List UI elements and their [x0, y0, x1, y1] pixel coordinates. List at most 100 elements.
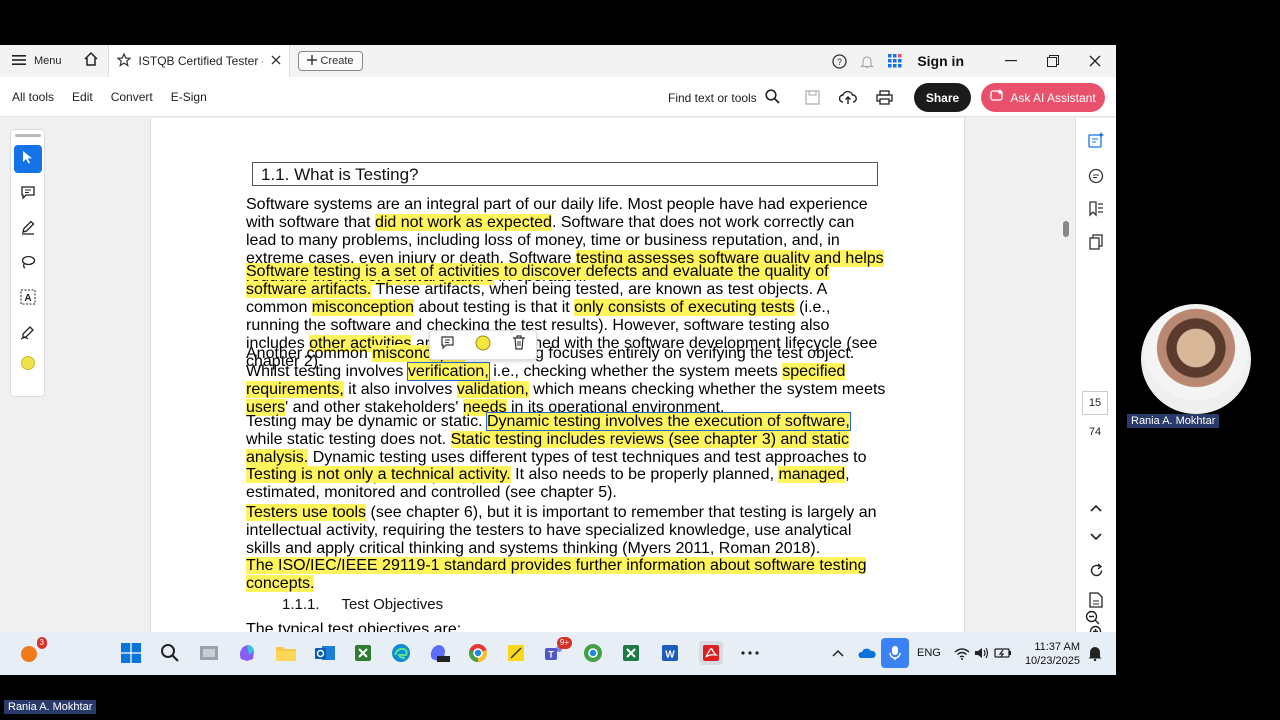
ai-assistant-button[interactable]: Ask AI Assistant [981, 83, 1105, 112]
find-text-or-tools[interactable]: Find text or tools [668, 89, 780, 107]
bookmarks-icon[interactable] [1086, 199, 1106, 219]
start-icon[interactable] [119, 641, 143, 665]
draw-tool[interactable] [14, 250, 42, 278]
page-fit-icon[interactable] [1086, 590, 1106, 610]
sign-tool[interactable] [14, 320, 42, 348]
system-clock[interactable]: 11:37 AM 10/23/2025 [1022, 640, 1080, 668]
teams-icon[interactable]: T 9+ [542, 637, 572, 665]
zoom-out-icon[interactable] [1085, 610, 1100, 630]
refresh-icon[interactable] [1086, 560, 1106, 580]
find-label: Find text or tools [668, 91, 757, 105]
color-swatch[interactable] [20, 356, 35, 370]
battery-icon[interactable] [991, 641, 1015, 665]
pages-icon[interactable] [1086, 232, 1106, 252]
highlighted-text[interactable]: managed [778, 466, 846, 483]
outlook-icon[interactable] [313, 641, 337, 665]
paragraph-6: Testers use tools (see chapter 6), but i… [246, 504, 886, 558]
search-taskbar-icon[interactable] [158, 641, 182, 665]
close-icon [1089, 55, 1101, 67]
svg-text:T: T [548, 650, 554, 660]
onedrive-icon[interactable] [855, 641, 879, 665]
delete-icon[interactable] [512, 335, 526, 355]
highlighted-text[interactable]: misconception [311, 299, 415, 316]
select-tool[interactable] [13, 145, 42, 173]
star-icon[interactable] [116, 52, 132, 70]
lasso-icon [20, 254, 36, 275]
sign-in-link[interactable]: Sign in [909, 53, 990, 69]
sticky-notes-icon[interactable] [504, 641, 528, 665]
chevron-up-icon[interactable] [1086, 498, 1106, 518]
document-tab[interactable]: ISTQB Certified Tester - ... [107, 45, 290, 77]
highlighted-text[interactable]: verification, [406, 362, 490, 381]
esign-link[interactable]: E-Sign [171, 90, 207, 104]
menu-button[interactable]: Menu [0, 45, 74, 77]
subsection-heading: 1.1.1. Test Objectives [282, 596, 443, 613]
clock-date: 10/23/2025 [1024, 655, 1080, 667]
windows-taskbar: 3 T 9+ W ENG 11:37 AM 10/23/2025 [0, 632, 1116, 675]
signature-pen-icon [20, 324, 36, 345]
acrobat-taskbar-icon[interactable] [699, 641, 723, 665]
more-apps-icon[interactable] [738, 641, 762, 665]
current-page-input[interactable]: 15 [1082, 391, 1108, 415]
highlight-tool[interactable] [14, 215, 42, 243]
presenter-name-label: Rania A. Mokhtar [4, 700, 97, 714]
save-icon[interactable] [800, 86, 824, 108]
language-indicator[interactable]: ENG [917, 647, 941, 659]
bell-icon[interactable] [853, 45, 881, 77]
file-explorer-icon[interactable] [274, 641, 298, 665]
ai-summary-icon[interactable] [1086, 130, 1106, 150]
notification-center-icon[interactable] [1083, 641, 1107, 665]
highlight-context-popup [429, 330, 537, 360]
task-view-icon[interactable] [197, 641, 221, 665]
highlighted-text[interactable]: Testers use tools [246, 504, 367, 521]
word-icon[interactable]: W [658, 641, 682, 665]
upload-cloud-icon[interactable] [836, 86, 860, 108]
notification-app-icon[interactable]: 3 [17, 637, 47, 665]
comments-panel-icon[interactable] [1086, 166, 1106, 186]
chevron-down-icon[interactable] [1086, 527, 1106, 547]
apps-icon[interactable] [881, 45, 909, 77]
close-window-button[interactable] [1074, 45, 1116, 77]
panel-grip[interactable] [14, 134, 41, 137]
edge-icon[interactable] [389, 641, 413, 665]
highlight-color-icon[interactable] [474, 334, 492, 357]
text-tool[interactable]: A [14, 285, 42, 313]
menu-label: Menu [34, 55, 62, 67]
convert-link[interactable]: Convert [111, 90, 153, 104]
edit-link[interactable]: Edit [72, 90, 93, 104]
all-tools-link[interactable]: All tools [12, 90, 54, 104]
search-icon [765, 89, 780, 107]
svg-text:W: W [665, 650, 675, 661]
highlighted-text[interactable]: Dynamic testing involves the execution o… [485, 412, 851, 431]
print-icon[interactable] [872, 86, 896, 108]
vertical-scrollbar[interactable] [1063, 221, 1069, 237]
highlighted-text[interactable]: did not work as expected [374, 214, 552, 231]
create-button[interactable]: Create [297, 51, 363, 71]
webcam-name-label: Rania A. Mokhtar [1127, 414, 1220, 428]
subsection-title: Test Objectives [341, 596, 444, 613]
comment-icon [20, 184, 36, 205]
chrome-profile-icon[interactable] [581, 641, 605, 665]
microphone-icon[interactable] [881, 638, 909, 668]
home-button[interactable] [74, 45, 108, 77]
minimize-button[interactable] [990, 45, 1032, 77]
share-button[interactable]: Share [914, 83, 971, 112]
chrome-icon[interactable] [466, 641, 490, 665]
copilot-icon[interactable] [235, 641, 259, 665]
help-icon[interactable]: ? [825, 45, 853, 77]
highlighted-text[interactable]: The ISO/IEC/IEEE 29119-1 standard provid… [246, 557, 867, 592]
ai-assistant-label: Ask AI Assistant [1010, 90, 1096, 105]
pdf-page: 1.1. What is Testing? Software systems a… [150, 118, 965, 632]
highlighted-text[interactable]: Testing is not only a technical activity… [246, 466, 511, 483]
project-app-icon[interactable] [351, 641, 375, 665]
restore-button[interactable] [1032, 45, 1074, 77]
comment-tool[interactable] [14, 180, 42, 208]
copilot-pro-icon[interactable] [427, 641, 451, 665]
add-comment-icon[interactable] [440, 335, 455, 355]
close-tab-icon[interactable] [271, 54, 281, 68]
excel-icon[interactable] [619, 641, 643, 665]
teams-badge: 9+ [556, 637, 572, 649]
show-hidden-icons[interactable] [826, 641, 850, 665]
highlighted-text[interactable]: validation, [456, 381, 529, 398]
highlighted-text[interactable]: only consists of executing tests [574, 299, 795, 316]
